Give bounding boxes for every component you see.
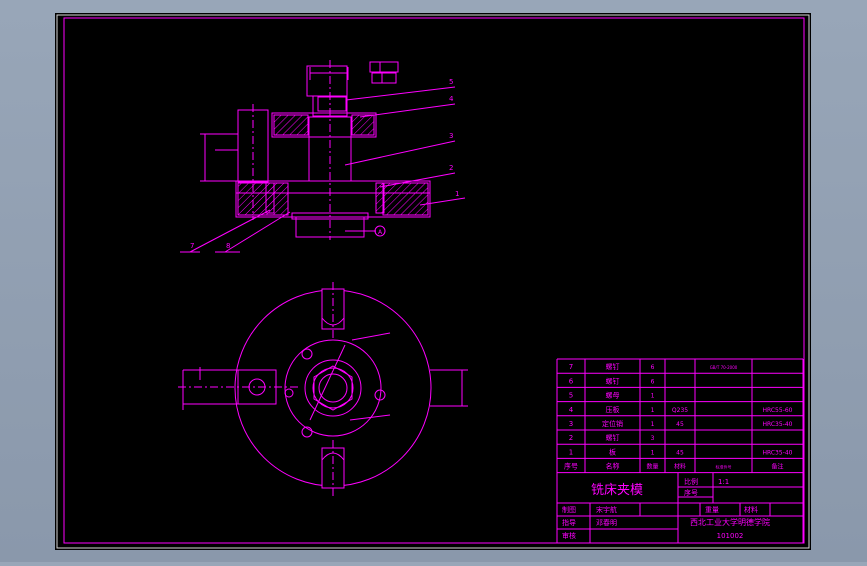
bom-cell-qty: 1 bbox=[651, 449, 655, 456]
school-name: 西北工业大学明德学院 bbox=[690, 517, 770, 527]
leader-number-5: 5 bbox=[449, 78, 453, 86]
checker-name: 邓春明 bbox=[596, 518, 617, 527]
bom-cell-qty: 6 bbox=[651, 364, 655, 371]
bom-cell-material: 45 bbox=[676, 449, 684, 456]
designer-label: 制图 bbox=[562, 505, 576, 514]
bom-cell-qty: 1 bbox=[651, 421, 655, 428]
leader-number-3: 3 bbox=[449, 132, 453, 140]
bom-cell-material: Q235 bbox=[672, 407, 688, 414]
bom-cell-qty: 3 bbox=[651, 435, 655, 442]
designer-name: 宋宇航 bbox=[596, 505, 617, 514]
leader-number-4: 4 bbox=[449, 95, 454, 103]
material-label: 材料 bbox=[744, 505, 758, 514]
scale-value: 1:1 bbox=[718, 478, 729, 486]
drawing-number: 101002 bbox=[717, 532, 744, 540]
bom-cell-qty: 1 bbox=[651, 393, 655, 400]
checker-label: 指导 bbox=[562, 518, 576, 527]
weight-label: 重量 bbox=[705, 506, 719, 514]
bom-cell-name: 螺钉 bbox=[606, 433, 620, 442]
bom-cell-no: 6 bbox=[569, 377, 574, 385]
drawing-title: 铣床夹模 bbox=[591, 483, 643, 498]
reviewer-label: 审核 bbox=[562, 531, 576, 540]
leader-number-7: 7 bbox=[190, 242, 194, 250]
cad-drawing: 5 4 3 2 1 7 8 A 7 螺钉 6 GB/T 70-20006 螺钉 … bbox=[55, 13, 811, 550]
bom-cell-no: 5 bbox=[569, 392, 573, 400]
bom-cell-qty: 1 bbox=[651, 407, 655, 414]
bom-cell-name: 定位销 bbox=[602, 419, 623, 428]
scale-label: 比例 bbox=[684, 477, 698, 486]
bom-cell-name: 螺钉 bbox=[606, 362, 620, 371]
bom-cell-name: 板 bbox=[609, 447, 616, 456]
bom-cell-qty: 6 bbox=[651, 378, 655, 385]
seq-label: 序号 bbox=[684, 488, 698, 497]
bom-cell-qty: 数量 bbox=[646, 463, 658, 471]
bom-cell-no: 1 bbox=[569, 448, 573, 456]
bom-cell-name: 压板 bbox=[606, 405, 620, 414]
leader-number-2: 2 bbox=[449, 164, 453, 172]
bom-cell-note: HRC35-40 bbox=[762, 421, 792, 428]
bom-cell-note: HRC55-60 bbox=[762, 407, 792, 414]
bom-cell-std: GB/T 70-2000 bbox=[710, 365, 738, 370]
bom-cell-material: 材料 bbox=[674, 463, 686, 471]
bom-cell-std: 标准件号 bbox=[716, 464, 732, 470]
drawing-canvas bbox=[55, 13, 811, 550]
bom-cell-no: 序号 bbox=[564, 462, 578, 471]
bom-cell-note: HRC35-40 bbox=[762, 449, 792, 456]
cad-viewport[interactable]: 5 4 3 2 1 7 8 A 7 螺钉 6 GB/T 70-2000 6 螺钉… bbox=[0, 0, 867, 562]
bom-cell-no: 4 bbox=[569, 406, 574, 414]
bom-cell-name: 螺母 bbox=[606, 391, 620, 400]
leader-number-8: 8 bbox=[226, 242, 230, 250]
bom-cell-note: 备注 bbox=[771, 463, 783, 471]
leader-number-1: 1 bbox=[455, 190, 459, 198]
bom-cell-name: 螺钉 bbox=[606, 376, 620, 385]
bom-cell-name: 名称 bbox=[606, 462, 620, 471]
bom-cell-material: 45 bbox=[676, 421, 684, 428]
bom-cell-no: 7 bbox=[569, 363, 573, 371]
bom-cell-no: 3 bbox=[569, 420, 573, 428]
bom-cell-no: 2 bbox=[569, 434, 573, 442]
